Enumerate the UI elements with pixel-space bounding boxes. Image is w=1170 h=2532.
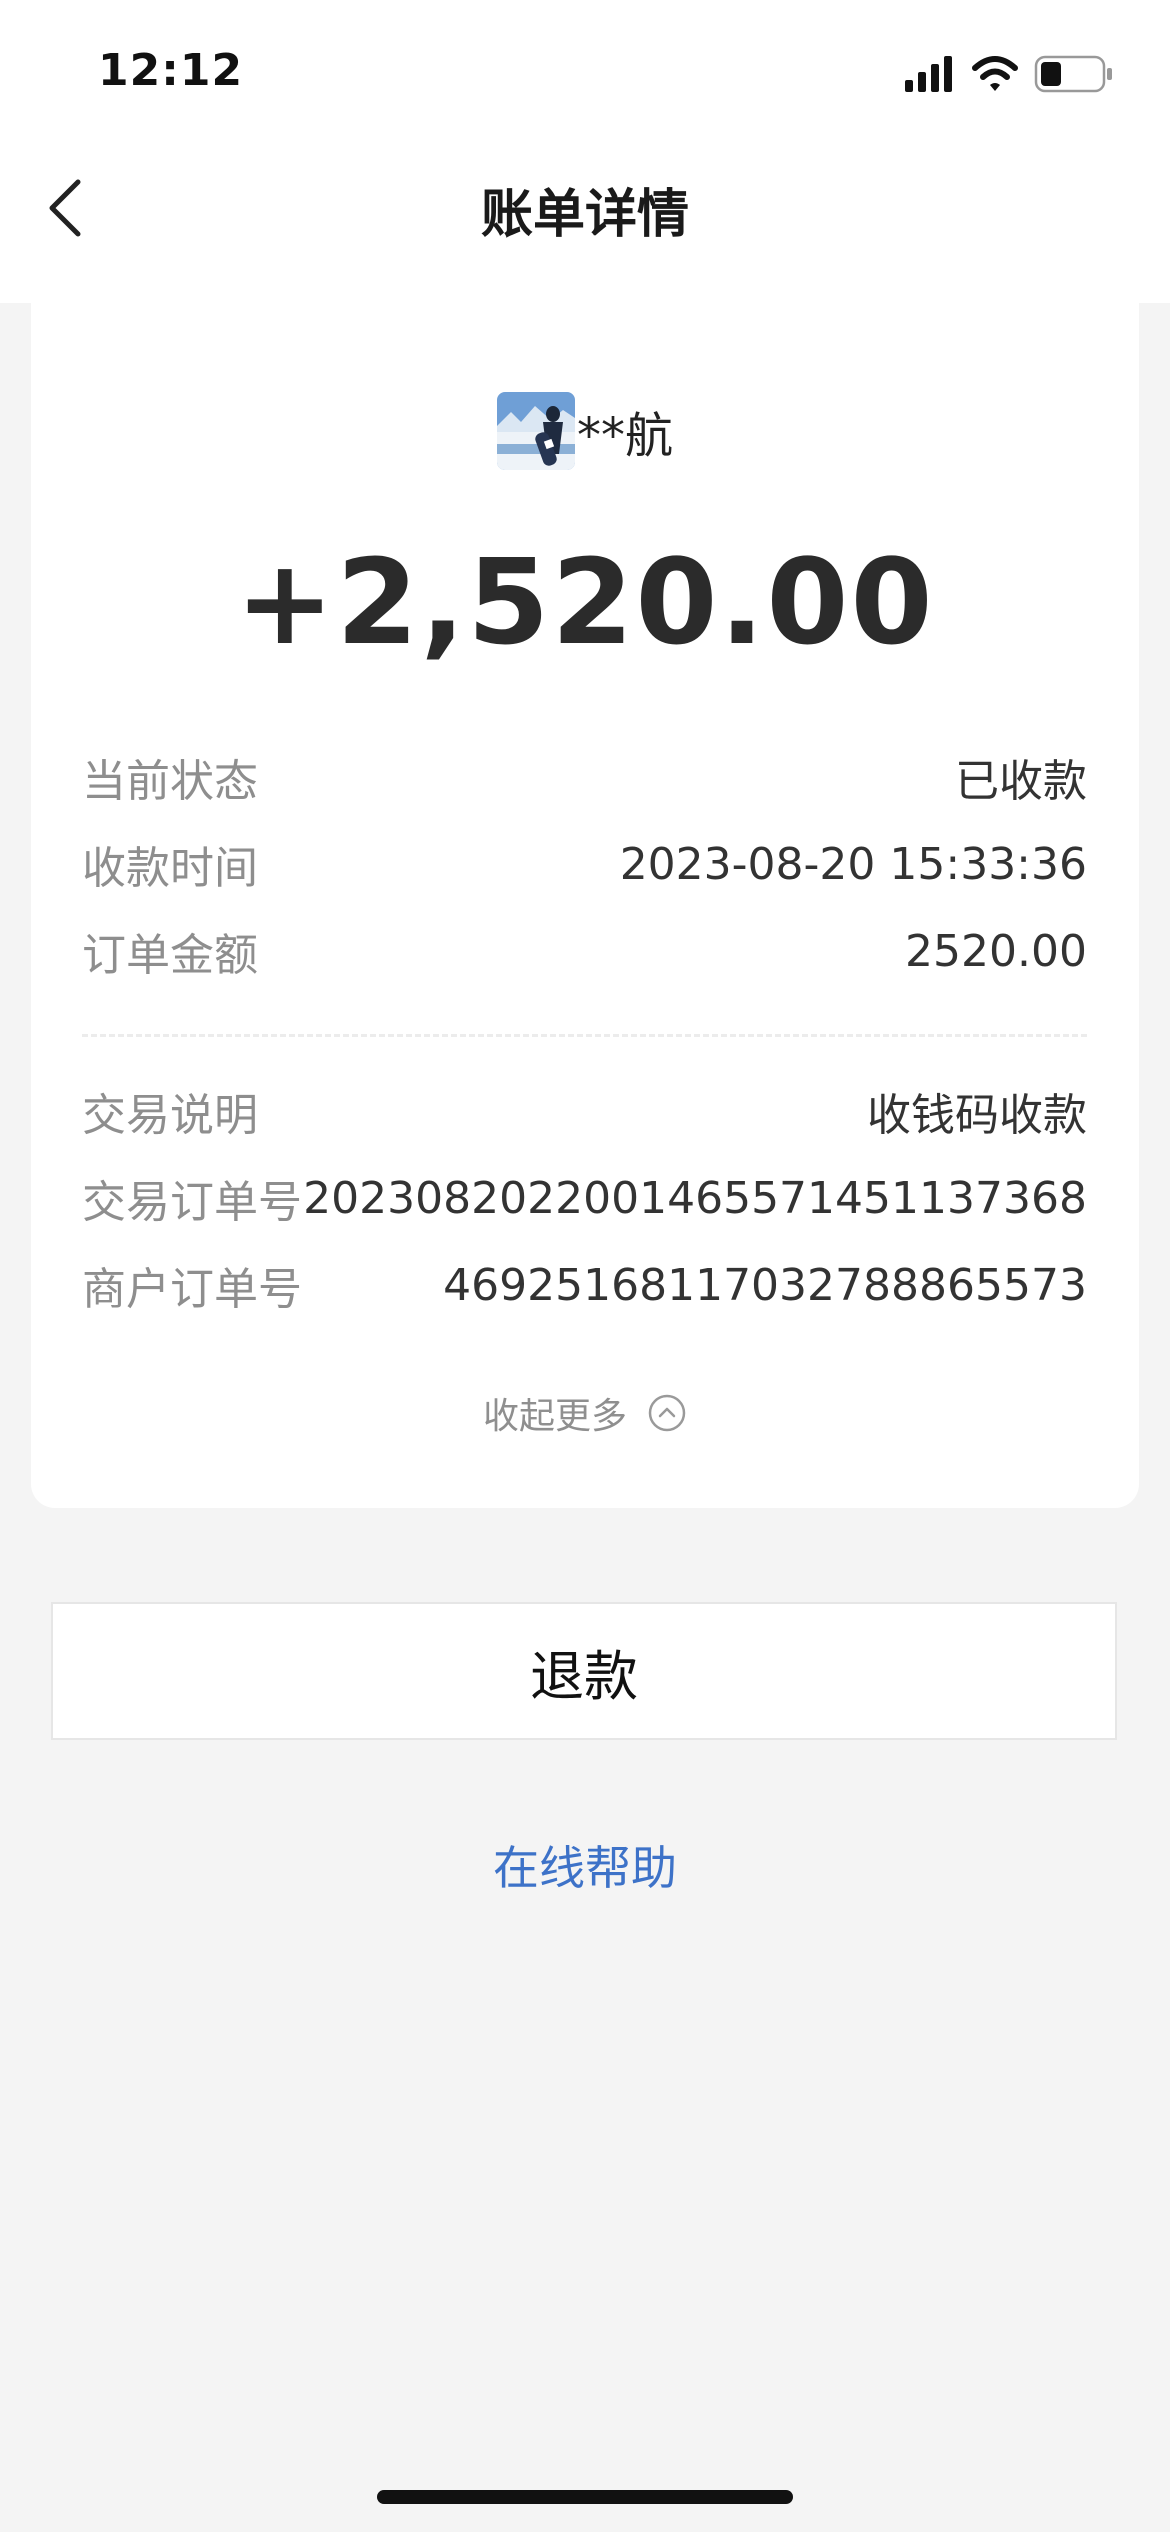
home-indicator[interactable] [377,2490,793,2504]
page-title: 账单详情 [480,185,689,245]
collapse-more-button[interactable]: 收起更多 [31,1383,1139,1443]
amount: +2,520.00 [235,533,935,671]
online-help-link[interactable]: 在线帮助 [0,1832,1170,1898]
top-bar: 12:12 账单详情 [0,0,1170,303]
refund-button[interactable]: 退款 [51,1602,1117,1740]
detail-row-status: 当前状态 已收款 [82,747,1087,807]
detail-row-transaction-id: 交易订单号 2023082022001465571451137368 [82,1168,1087,1229]
detail-value: 收钱码收款 [867,1090,1087,1141]
detail-value: 已收款 [955,756,1087,807]
detail-value: 2023-08-20 15:33:36 [619,838,1087,890]
detail-value: 4692516811703278886557​3 [443,1259,1087,1311]
detail-label: 商户订单号 [82,1264,302,1315]
status-time: 12:12 [98,45,244,96]
detail-value: 2023082022001465571451137368 [303,1172,1087,1224]
detail-value: 2520.00 [905,925,1087,977]
wifi-icon [972,56,1018,91]
detail-label: 交易订单号 [82,1177,302,1228]
detail-row-order-amount: 订单金额 2520.00 [82,921,1087,982]
detail-label: 当前状态 [82,756,258,807]
collapse-more-label: 收起更多 [482,1396,627,1437]
detail-label: 交易说明 [82,1090,258,1141]
chevron-up-circle-icon [648,1394,686,1432]
divider [82,1034,1087,1037]
bill-detail-card: **航 +2,520.00 当前状态 已收款 收款时间 2023-08-20 1… [31,303,1139,1508]
detail-row-description: 交易说明 收钱码收款 [82,1081,1087,1141]
detail-row-time: 收款时间 2023-08-20 15:33:36 [82,834,1087,895]
payer-name: **航 [576,408,673,464]
payer-info: **航 [31,391,1139,471]
signal-icon [905,56,952,92]
detail-label: 订单金额 [82,930,258,981]
detail-row-merchant-order-id: 商户订单号 4692516811703278886557​3 [82,1255,1087,1316]
battery-icon [1034,55,1112,93]
detail-label: 收款时间 [82,843,258,894]
avatar [496,392,575,470]
status-icons [905,55,1112,93]
